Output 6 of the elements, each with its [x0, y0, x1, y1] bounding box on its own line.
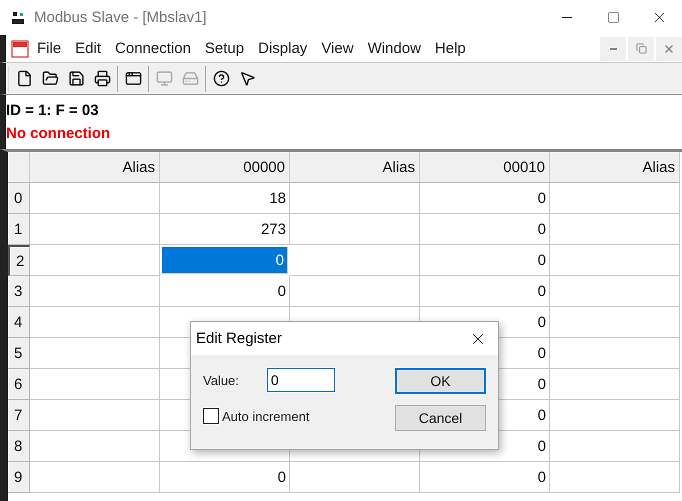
- window-title: Modbus Slave - [Mbslav1]: [34, 9, 207, 26]
- dialog-title: Edit Register: [196, 330, 282, 347]
- connection-status: No connection: [6, 125, 110, 142]
- id-function-label: ID = 1: F = 03: [6, 102, 99, 119]
- value-label: Value:: [203, 372, 239, 388]
- auto-increment-label: Auto increment: [222, 408, 310, 424]
